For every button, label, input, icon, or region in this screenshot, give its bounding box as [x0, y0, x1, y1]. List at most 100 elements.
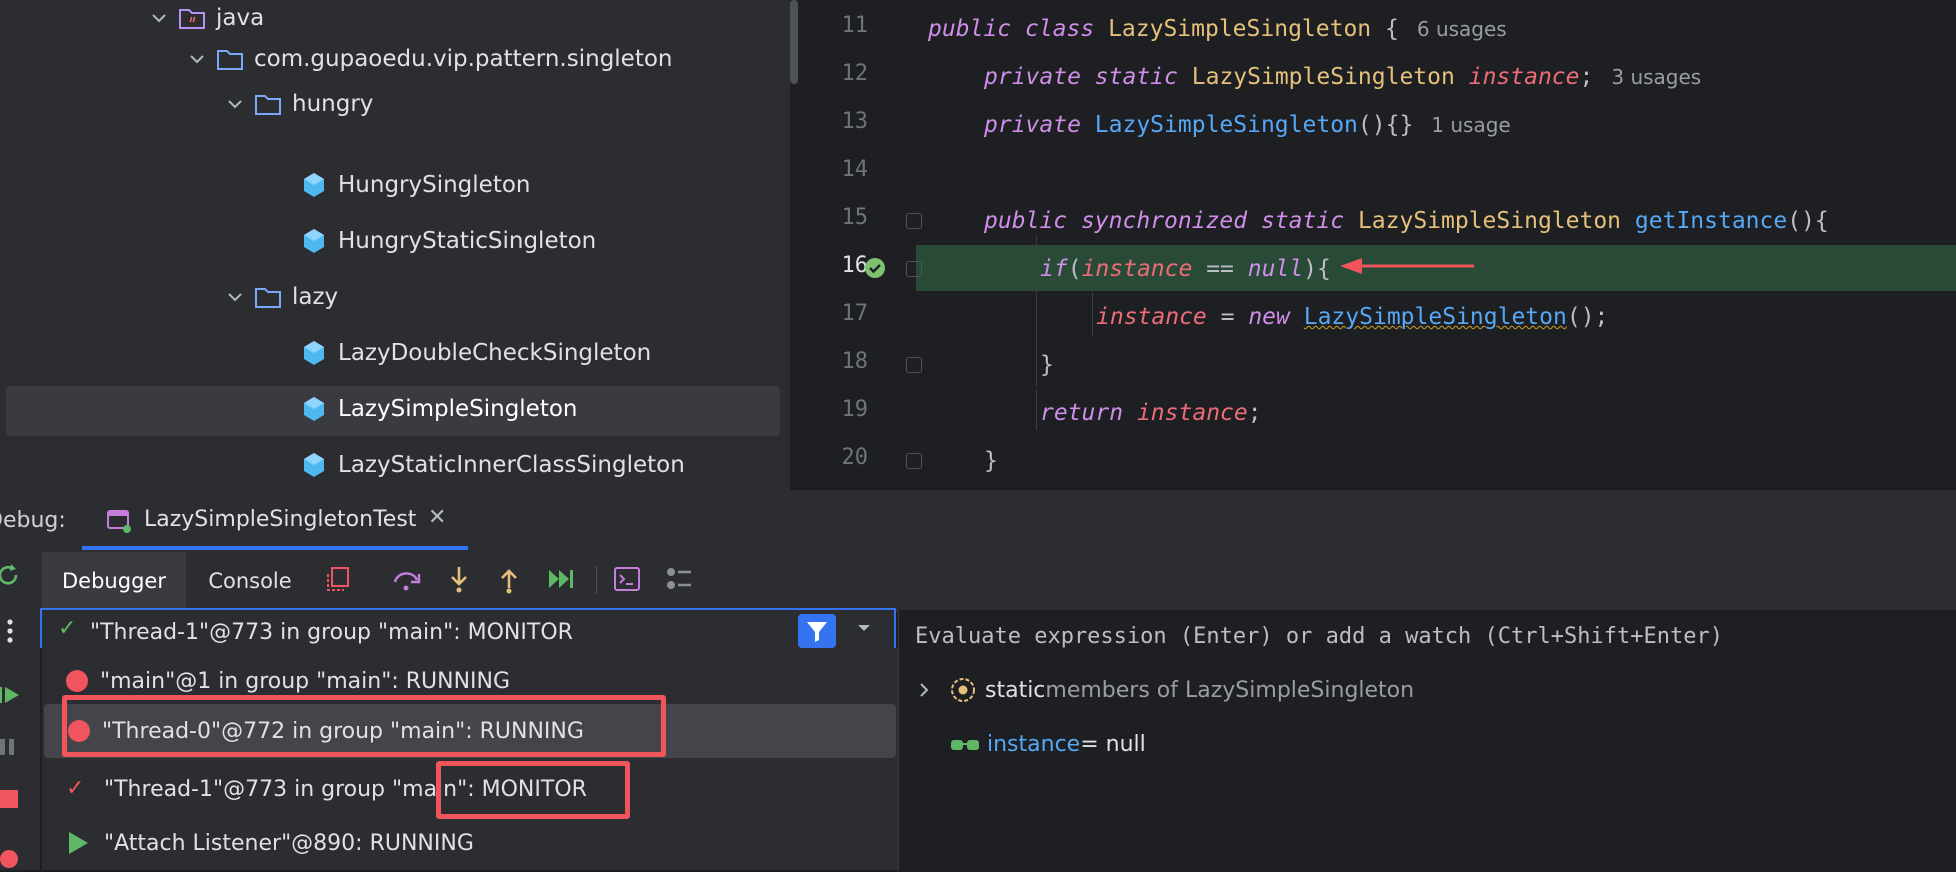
play-icon — [66, 830, 92, 856]
line-number-current: 16 — [841, 253, 869, 278]
chevron-down-icon[interactable] — [854, 618, 874, 642]
code-line-19: return instance; — [1040, 400, 1262, 426]
tree-item-package-singleton[interactable]: com.gupaoedu.vip.pattern.singleton — [188, 41, 673, 77]
breakpoint-icon[interactable] — [0, 846, 22, 872]
chevron-down-icon[interactable] — [188, 50, 206, 68]
thread-list-popup: "main"@1 in group "main": RUNNING "Threa… — [42, 648, 898, 870]
indent-guide — [1036, 390, 1037, 430]
thread-item-label: "Thread-1"@773 in group "main — [104, 776, 458, 802]
code-line-18: } — [1040, 352, 1054, 378]
toolbar-separator — [596, 566, 597, 594]
fold-marker[interactable] — [906, 261, 922, 277]
chevron-down-icon[interactable] — [226, 288, 244, 306]
tree-item-java[interactable]: java — [150, 0, 264, 36]
tree-item-class-selected[interactable]: LazySimpleSingleton — [302, 391, 578, 427]
debug-session-tab[interactable]: LazySimpleSingletonTest ✕ — [82, 490, 468, 550]
thread-selector-value: "Thread-1"@773 in group "main": MONITOR — [90, 620, 573, 645]
resume-icon[interactable] — [0, 682, 22, 708]
code-line-12: private static LazySimpleSingleton insta… — [984, 64, 1702, 90]
variables-pane: Evaluate expression (Enter) or add a wat… — [898, 610, 1956, 870]
tree-item-class[interactable]: HungryStaticSingleton — [302, 223, 596, 259]
stop-icon[interactable] — [0, 786, 22, 812]
fold-marker[interactable] — [906, 213, 922, 229]
pause-icon[interactable] — [0, 734, 22, 760]
chevron-down-icon[interactable] — [226, 95, 244, 113]
filter-icon[interactable] — [798, 614, 836, 648]
tree-item-label: HungrySingleton — [338, 172, 531, 198]
tree-item-class[interactable]: HungrySingleton — [302, 167, 531, 203]
annotation-box-thread-0 — [62, 695, 666, 757]
line-number: 14 — [841, 157, 869, 182]
step-into-icon[interactable] — [444, 564, 474, 594]
rerun-icon[interactable] — [0, 560, 22, 590]
package-folder-icon — [254, 286, 282, 308]
tree-item-class[interactable]: LazyDoubleCheckSingleton — [302, 335, 651, 371]
variable-name: instance — [987, 732, 1081, 757]
evaluate-expression-icon[interactable] — [612, 564, 642, 594]
line-number: 12 — [841, 61, 869, 86]
variable-keyword: static — [985, 677, 1046, 703]
source-folder-icon — [178, 7, 206, 29]
breakpoint-verified-icon[interactable] — [864, 257, 886, 279]
watch-glasses-icon — [951, 739, 979, 750]
tree-scrollbar[interactable] — [790, 0, 798, 84]
code-line-16: if(instance == null){ — [1040, 256, 1331, 282]
tree-item-label: com.gupaoedu.vip.pattern.singleton — [254, 46, 673, 72]
package-folder-icon — [216, 48, 244, 70]
view-breakpoints-icon[interactable] — [664, 564, 694, 594]
class-icon — [302, 340, 326, 366]
fold-marker[interactable] — [906, 453, 922, 469]
evaluate-expression-input[interactable]: Evaluate expression (Enter) or add a wat… — [915, 624, 1723, 649]
variable-description: members of LazySimpleSingleton — [1045, 677, 1415, 703]
more-vertical-icon[interactable] — [4, 616, 16, 646]
tree-item-label: hungry — [292, 91, 374, 117]
run-to-cursor-icon[interactable] — [546, 564, 576, 594]
tree-item-label: LazyStaticInnerClassSingleton — [338, 452, 685, 478]
class-icon — [302, 396, 326, 422]
class-icon — [302, 172, 326, 198]
debug-session-tab-label: LazySimpleSingletonTest — [144, 507, 417, 532]
variable-row-instance[interactable]: instance = null — [949, 732, 1146, 757]
check-icon: ✓ — [66, 776, 85, 801]
thread-item-label: "main"@1 in group "main": RUNNING — [100, 668, 511, 694]
package-folder-icon — [254, 93, 282, 115]
code-line-20: } — [984, 448, 998, 474]
code-line-13: private LazySimpleSingleton(){} 1 usage — [984, 112, 1511, 138]
tab-debugger[interactable]: Debugger — [42, 552, 186, 610]
tree-item-lazy[interactable]: lazy — [226, 279, 338, 315]
chevron-right-icon[interactable] — [915, 680, 933, 700]
static-members-icon — [951, 678, 975, 702]
debug-left-toolbar — [0, 550, 40, 870]
layout-settings-icon[interactable] — [324, 564, 354, 594]
fold-marker[interactable] — [906, 357, 922, 373]
class-icon — [302, 452, 326, 478]
breakpoint-icon — [66, 670, 88, 692]
line-number: 11 — [841, 13, 869, 38]
line-number: 20 — [841, 445, 869, 470]
class-icon — [302, 228, 326, 254]
line-number: 17 — [841, 301, 869, 326]
tree-item-label: lazy — [292, 284, 339, 310]
code-editor[interactable]: 11 12 13 14 15 16 17 18 19 20 public cla… — [806, 0, 1956, 490]
tree-item-label: LazyDoubleCheckSingleton — [338, 340, 652, 366]
thread-item-attach-listener[interactable]: "Attach Listener"@890: RUNNING — [42, 816, 898, 870]
step-out-icon[interactable] — [494, 564, 524, 594]
code-line-17: instance = new LazySimpleSingleton(); — [1096, 304, 1609, 330]
usages-hint[interactable]: 3 usages — [1611, 65, 1701, 89]
variable-row-static[interactable]: static members of LazySimpleSingleton — [915, 676, 1414, 704]
annotation-arrow — [1340, 258, 1474, 274]
tab-console[interactable]: Console — [190, 552, 310, 610]
tree-item-label: LazySimpleSingleton — [338, 396, 578, 422]
thread-item-label: "Attach Listener"@890: RUNNING — [104, 830, 474, 856]
tree-item-class[interactable]: LazyStaticInnerClassSingleton — [302, 447, 685, 483]
annotation-box-monitor — [436, 761, 630, 819]
usages-hint[interactable]: 1 usage — [1431, 113, 1510, 137]
tree-item-hungry[interactable]: hungry — [226, 86, 373, 122]
chevron-down-icon[interactable] — [150, 9, 168, 27]
close-icon[interactable]: ✕ — [428, 505, 446, 530]
usages-hint[interactable]: 6 usages — [1417, 17, 1507, 41]
line-number: 15 — [841, 205, 869, 230]
step-over-icon[interactable] — [392, 564, 422, 594]
thread-selector[interactable]: ✓ "Thread-1"@773 in group "main": MONITO… — [40, 608, 896, 648]
line-number: 13 — [841, 109, 869, 134]
